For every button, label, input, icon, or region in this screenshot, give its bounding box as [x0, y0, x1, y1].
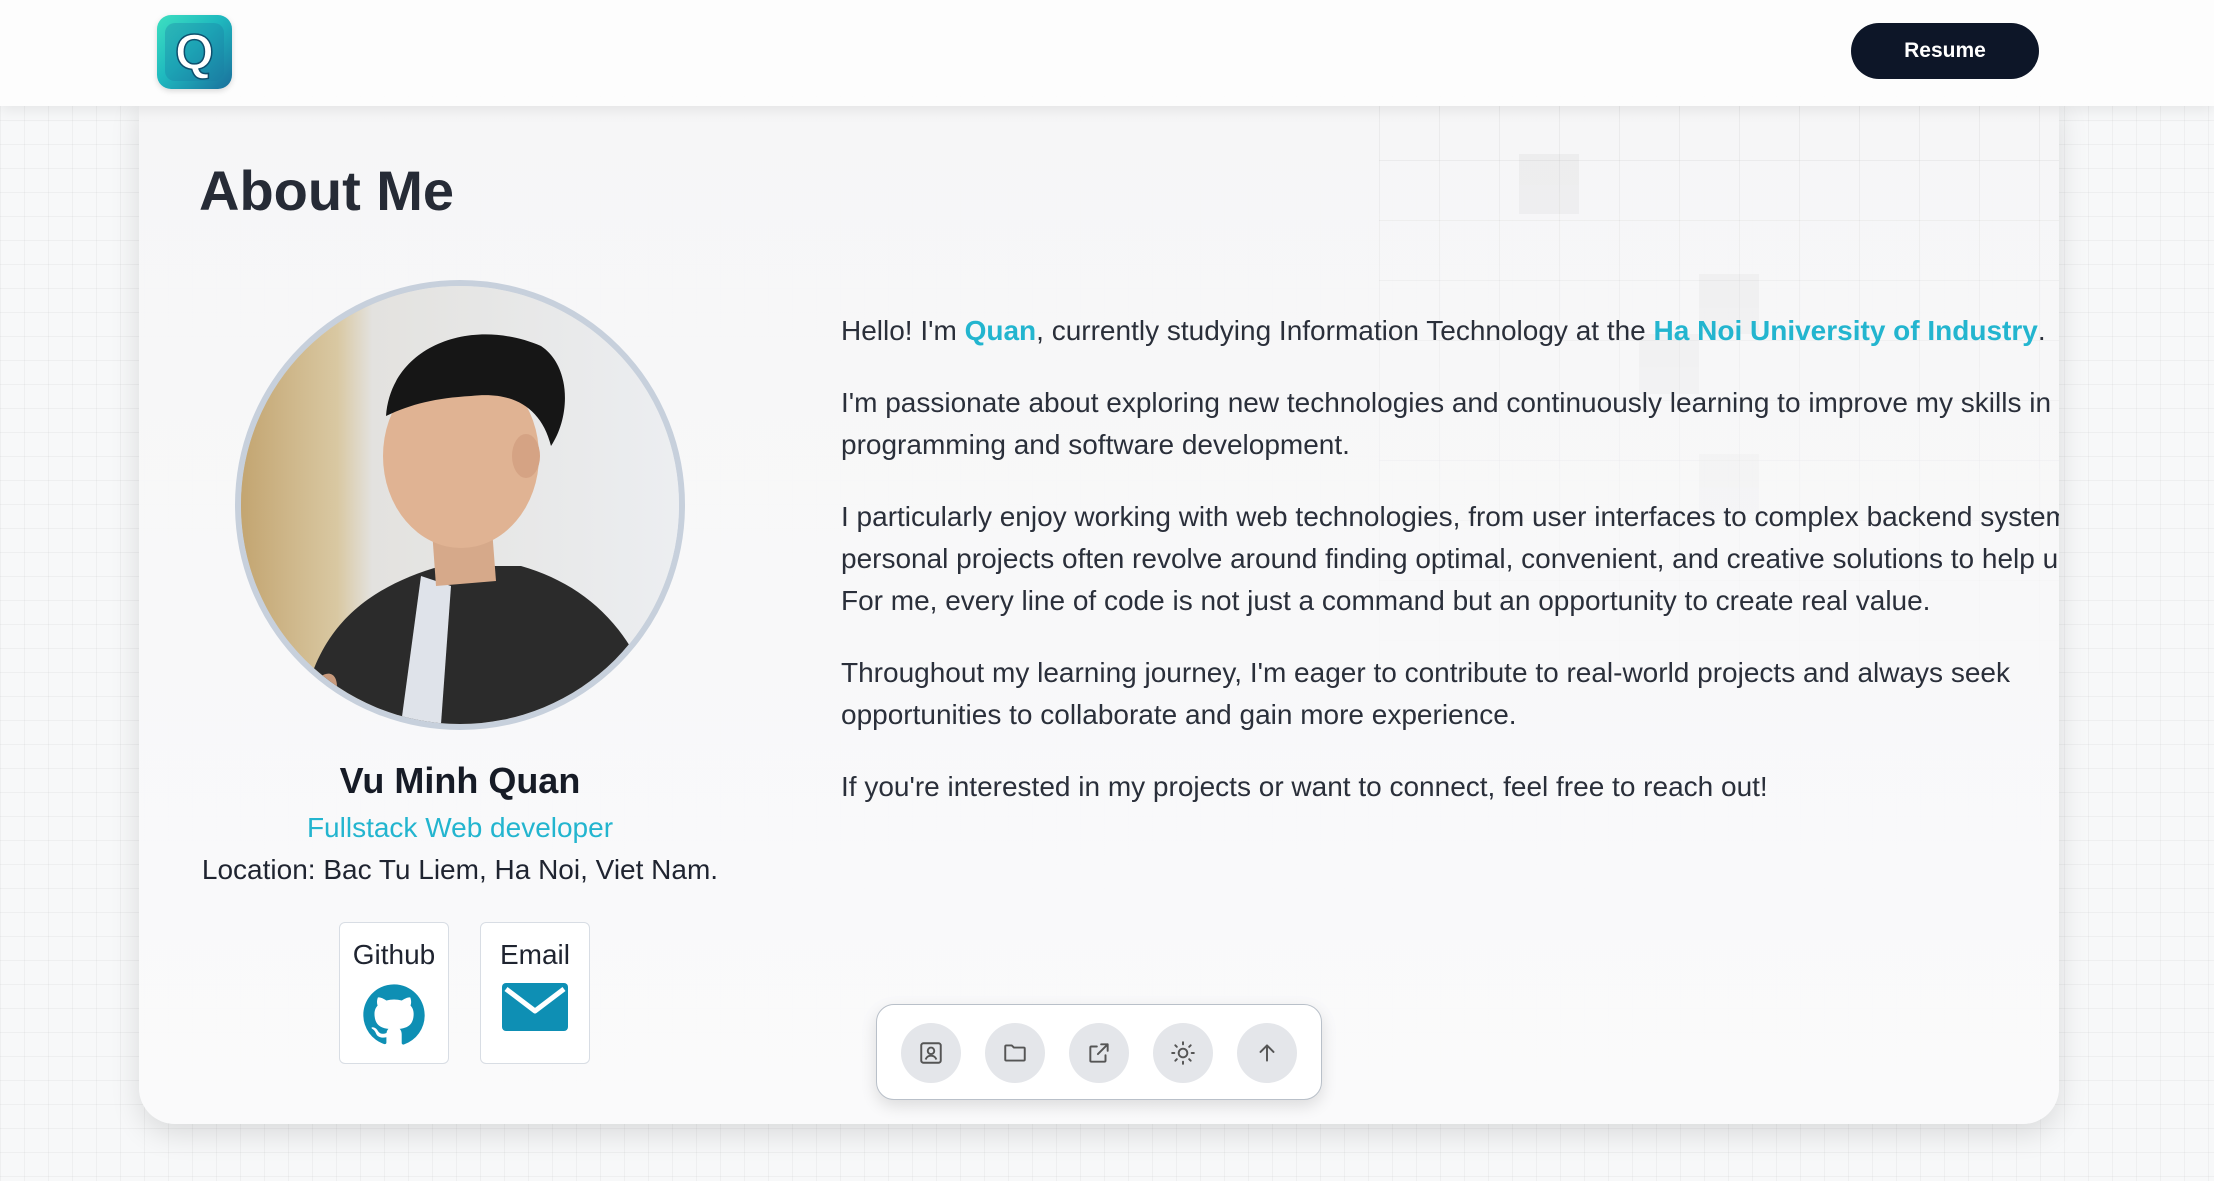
github-link[interactable]: Github: [339, 922, 449, 1064]
about-paragraph-1: Hello! I'm Quan, currently studying Info…: [841, 315, 2046, 346]
sun-icon: [1171, 1041, 1195, 1065]
svg-text:Q: Q: [175, 24, 214, 80]
profile-location: Location: Bac Tu Liem, Ha Noi, Viet Nam.: [201, 854, 719, 885]
mail-icon: [502, 983, 568, 1031]
highlight-university: Ha Noi University of Industry: [1653, 315, 2038, 346]
dock-projects-button[interactable]: [985, 1023, 1045, 1083]
arrow-up-icon: [1259, 1044, 1275, 1062]
about-card: About Me Vu Minh Quan Fullstack Web deve…: [139, 100, 2059, 1124]
about-description: Hello! I'm Quan, currently studying Info…: [841, 310, 2059, 838]
folder-icon: [1004, 1044, 1026, 1062]
dock-theme-toggle[interactable]: [1153, 1023, 1213, 1083]
site-logo[interactable]: Q: [157, 15, 232, 89]
top-navbar: Q Resume: [0, 0, 2214, 106]
logo-q-icon: Q: [165, 23, 224, 81]
page-title: About Me: [199, 159, 455, 222]
dock-external-link-button[interactable]: [1069, 1023, 1129, 1083]
contact-card-icon: [920, 1042, 942, 1064]
email-label: Email: [499, 939, 570, 970]
about-paragraph-2: I'm passionate about exploring new techn…: [841, 387, 2052, 460]
profile-role: Fullstack Web developer: [306, 812, 614, 843]
highlight-name: Quan: [964, 315, 1037, 346]
github-label: Github: [352, 939, 436, 970]
dock-scroll-top-button[interactable]: [1237, 1023, 1297, 1083]
profile-photo: [241, 286, 679, 724]
about-paragraph-5: If you're interested in my projects or w…: [841, 771, 1768, 802]
external-link-icon: [1089, 1043, 1109, 1063]
resume-button[interactable]: Resume: [1851, 23, 2039, 79]
dock-about-button[interactable]: [901, 1023, 961, 1083]
profile-avatar: [235, 280, 685, 730]
email-link[interactable]: Email: [480, 922, 590, 1064]
profile-name: Vu Minh Quan: [339, 760, 581, 801]
about-paragraph-4: Throughout my learning journey, I'm eage…: [841, 657, 2010, 730]
about-paragraph-3: I particularly enjoy working with web te…: [841, 501, 2059, 616]
github-icon: [363, 984, 425, 1045]
floating-dock: [876, 1004, 1322, 1100]
